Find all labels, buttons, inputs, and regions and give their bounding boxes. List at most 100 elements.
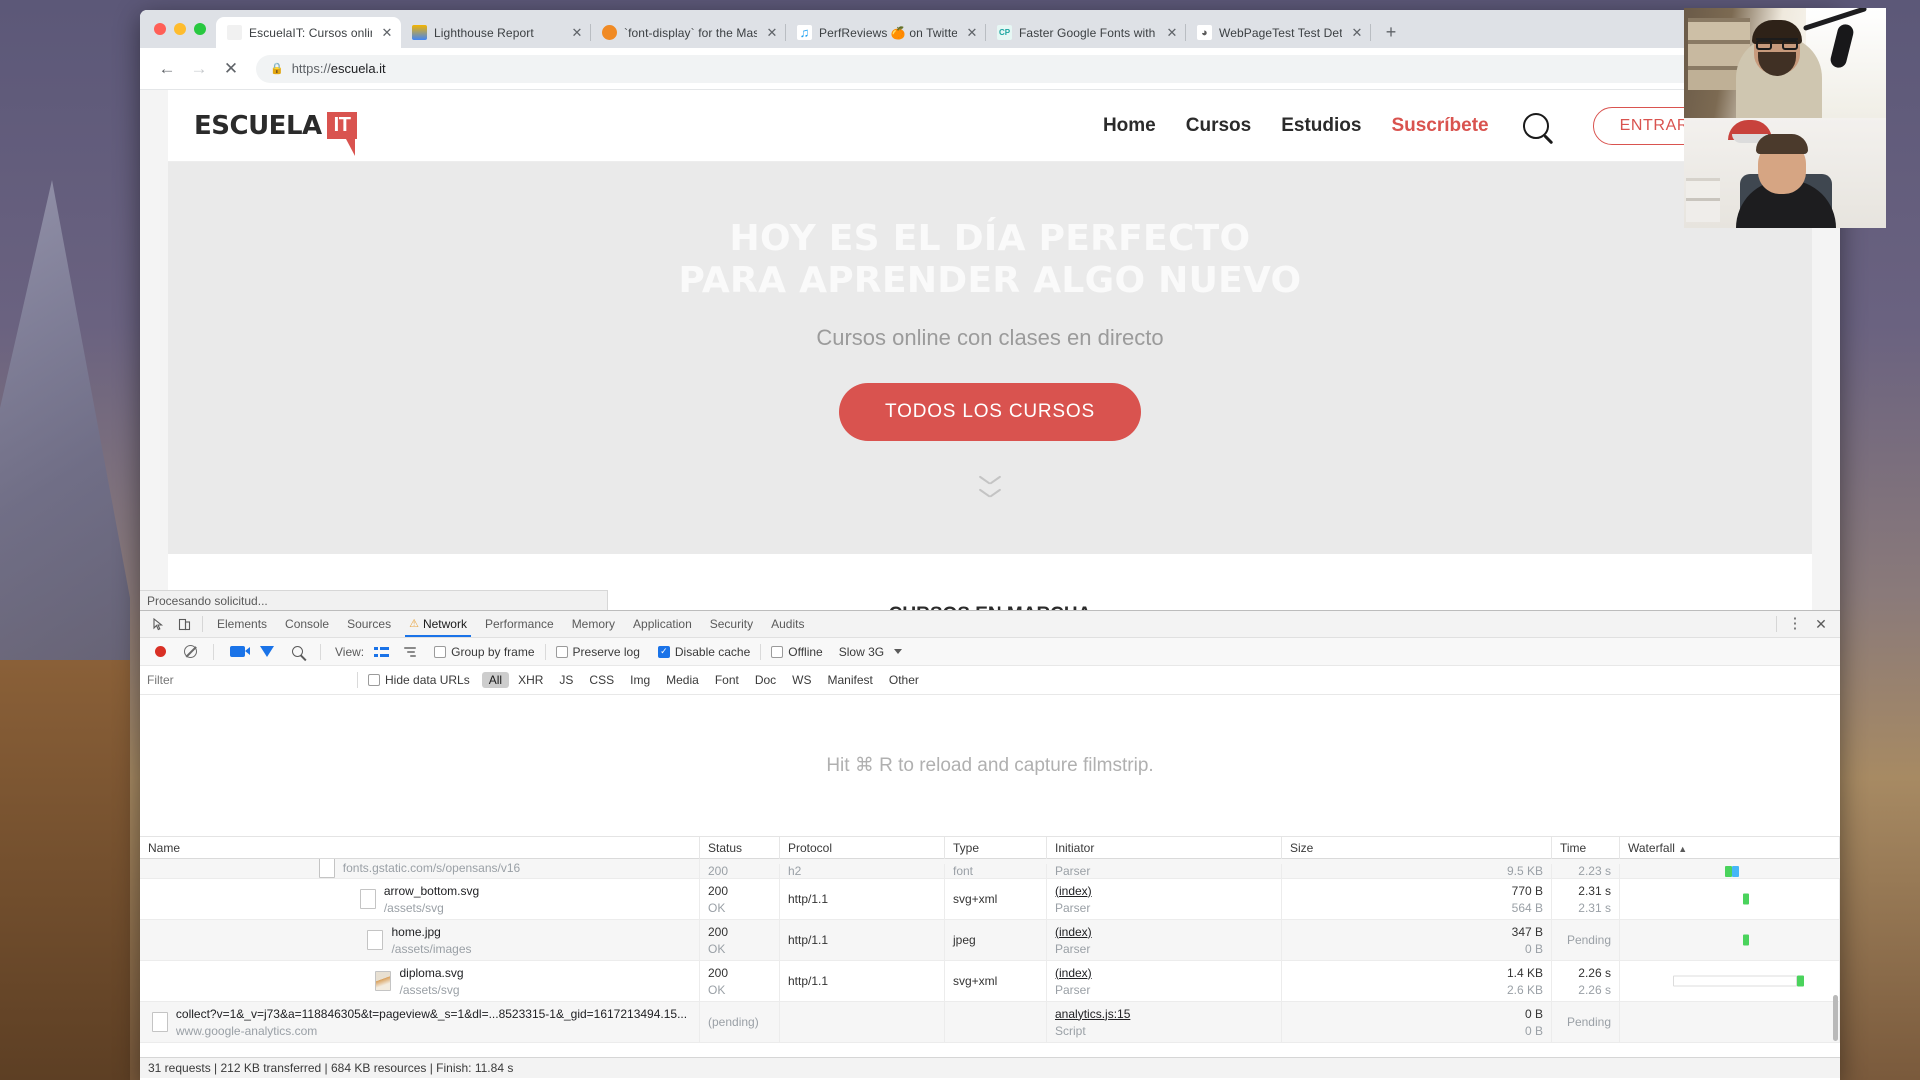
tab-close-icon[interactable]: ✕ [1164,25,1180,41]
tab-close-icon[interactable]: ✕ [964,25,980,41]
scrollbar-thumb[interactable] [1833,995,1838,1041]
large-rows-icon[interactable] [368,639,394,665]
sort-ascending-icon: ▲ [1678,843,1688,854]
scroll-down-icon[interactable] [979,477,1001,501]
checkbox[interactable] [555,645,568,658]
checkbox-label: Group by frame [451,644,535,659]
request-name: arrow_bottom.svg [383,883,480,898]
address-bar[interactable]: 🔒 https://escuela.it [256,54,1828,83]
request-initiator-link[interactable]: (index) [1055,884,1273,898]
devtools-tab-security[interactable]: Security [701,611,762,637]
filter-icon[interactable] [254,639,280,665]
column-header-time[interactable]: Time [1552,836,1620,859]
offline-checkbox[interactable]: Offline [771,645,823,659]
filter-type-css[interactable]: CSS [582,672,621,688]
overview-icon[interactable] [398,639,424,665]
stop-loading-button[interactable]: ✕ [216,54,246,84]
checkbox[interactable] [434,645,447,658]
filter-type-all[interactable]: All [481,672,510,688]
column-header-initiator[interactable]: Initiator [1047,836,1282,859]
table-row[interactable]: home.jpg /assets/images 200 OK http/1.1 j… [140,920,1840,961]
column-header-type[interactable]: Type [945,836,1047,859]
filter-type-xhr[interactable]: XHR [511,672,550,688]
filter-input[interactable] [147,673,347,687]
checkbox[interactable] [771,645,784,658]
filter-type-ws[interactable]: WS [785,672,818,688]
devtools-tab-network[interactable]: ⚠ Network [400,611,476,637]
request-initiator-link[interactable]: (index) [1055,925,1273,939]
table-row[interactable]: arrow_bottom.svg /assets/svg 200 OK http/… [140,879,1840,920]
group-by-frame-checkbox[interactable]: Group by frame [434,644,535,659]
new-tab-button[interactable]: + [1377,18,1405,46]
tab-close-icon[interactable]: ✕ [569,25,585,41]
back-button[interactable]: ← [152,54,182,84]
maximize-window-button[interactable] [194,23,206,35]
filter-type-js[interactable]: JS [552,672,580,688]
devtools-tab-console[interactable]: Console [276,611,338,637]
column-header-status[interactable]: Status [700,836,780,859]
browser-tab-1[interactable]: Lighthouse Report ✕ [401,17,591,48]
table-row[interactable]: collect?v=1&_v=j73&a=118846305&t=pagevie… [140,1002,1840,1043]
device-toolbar-icon[interactable] [171,611,197,637]
more-options-icon[interactable]: ⋮ [1782,611,1808,637]
devtools-tab-performance[interactable]: Performance [476,611,563,637]
clear-button[interactable] [177,639,203,665]
browser-tab-0[interactable]: EscuelaIT: Cursos online de De ✕ [216,17,401,48]
checkbox[interactable]: ✓ [657,645,670,658]
tab-close-icon[interactable]: ✕ [379,25,395,41]
search-icon[interactable] [1522,112,1549,139]
throttling-select[interactable]: Slow 3G [839,645,903,659]
tab-label: Application [633,617,692,631]
browser-tab-3[interactable]: ♫ PerfReviews 🍊 on Twitter: "S ✕ [786,17,986,48]
browser-tab-2[interactable]: `font-display` for the Masses ✕ [591,17,786,48]
nav-item-home[interactable]: Home [1103,115,1156,137]
nav-item-cursos[interactable]: Cursos [1186,115,1251,137]
filter-type-doc[interactable]: Doc [748,672,783,688]
table-scrollbar[interactable] [1833,865,1838,1051]
close-devtools-icon[interactable]: ✕ [1808,611,1834,637]
column-header-waterfall[interactable]: Waterfall ▲ [1620,836,1840,859]
devtools-tab-audits[interactable]: Audits [762,611,813,637]
request-initiator-sub: Parser [1055,982,1091,997]
devtools-tab-elements[interactable]: Elements [208,611,276,637]
column-header-protocol[interactable]: Protocol [780,836,945,859]
column-header-size[interactable]: Size [1282,836,1552,859]
hero-cta-button[interactable]: TODOS LOS CURSOS [839,382,1141,441]
close-window-button[interactable] [154,23,166,35]
lighthouse-icon [412,25,427,40]
devtools-tab-sources[interactable]: Sources [338,611,400,637]
filter-type-font[interactable]: Font [708,672,746,688]
tab-close-icon[interactable]: ✕ [764,25,780,41]
filter-type-other[interactable]: Other [882,672,926,688]
chevron-down-icon[interactable] [894,649,903,654]
nav-item-estudios[interactable]: Estudios [1281,115,1361,137]
column-header-name[interactable]: Name [140,836,700,859]
request-initiator-link[interactable]: (index) [1055,966,1273,980]
minimize-window-button[interactable] [174,23,186,35]
network-requests-table: Name Status Protocol Type Initiator Size… [140,836,1840,1078]
table-row[interactable]: diploma.svg /assets/svg 200 OK http/1.1 s… [140,961,1840,1002]
site-logo[interactable]: ESCUELA IT [194,111,358,156]
inspect-element-icon[interactable] [145,611,171,637]
hide-data-urls-checkbox[interactable]: Hide data URLs [368,673,470,687]
disable-cache-checkbox[interactable]: ✓ Disable cache [657,645,750,659]
devtools-tab-memory[interactable]: Memory [563,611,624,637]
record-button[interactable] [147,639,173,665]
nav-item-suscribete[interactable]: Suscríbete [1391,115,1488,137]
devtools-tab-application[interactable]: Application [624,611,701,637]
browser-tab-5[interactable]: ◕ WebPageTest Test Details - La ✕ [1186,17,1371,48]
browser-tab-4[interactable]: CP Faster Google Fonts with Preco ✕ [986,17,1186,48]
table-body[interactable]: fonts.gstatic.com/s/opensans/v16 200 h2 … [140,859,1840,1057]
capture-screenshots-icon[interactable] [224,639,250,665]
request-initiator-link[interactable]: analytics.js:15 [1055,1007,1273,1021]
filter-type-manifest[interactable]: Manifest [821,672,880,688]
checkbox[interactable] [368,674,380,686]
request-initiator-sub: Script [1055,1023,1086,1038]
preserve-log-checkbox[interactable]: Preserve log [555,645,640,659]
forward-button[interactable]: → [184,54,214,84]
table-row[interactable]: fonts.gstatic.com/s/opensans/v16 200 h2 … [140,859,1840,879]
filter-type-media[interactable]: Media [659,672,706,688]
tab-close-icon[interactable]: ✕ [1349,25,1365,41]
search-icon[interactable] [284,639,310,665]
filter-type-img[interactable]: Img [623,672,657,688]
